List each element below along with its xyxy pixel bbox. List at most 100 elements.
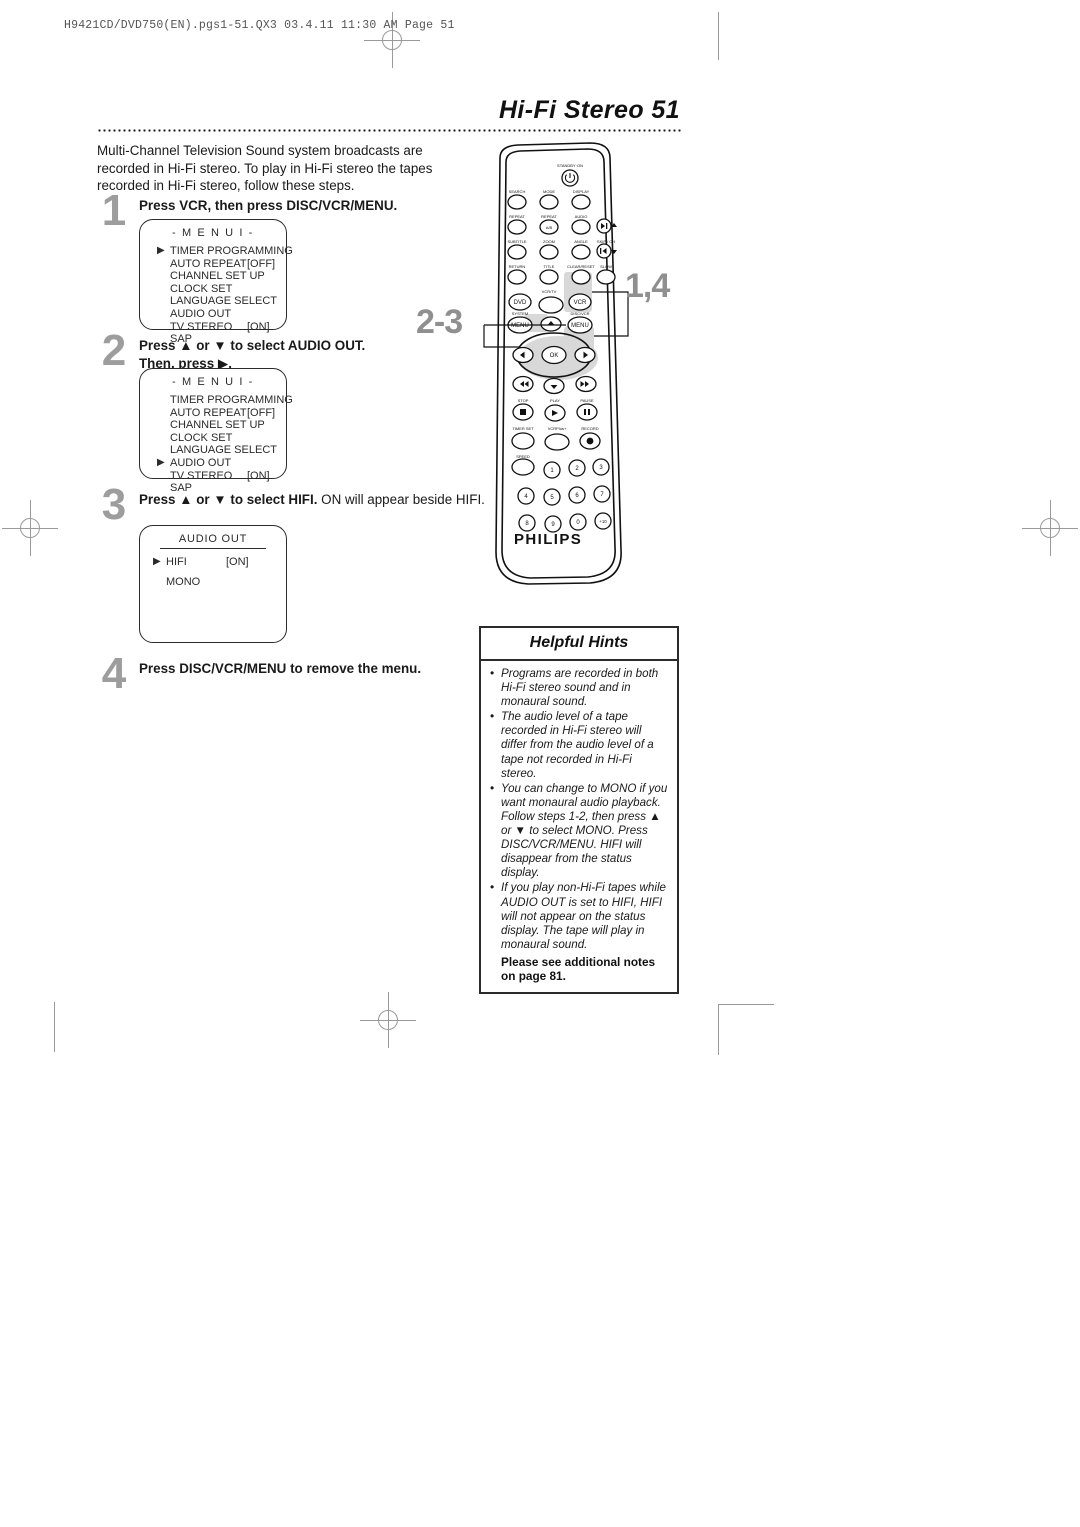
step-2-label-a: Press bbox=[139, 338, 176, 353]
svg-text:A/B: A/B bbox=[546, 225, 553, 230]
osd-menu-item[interactable]: MONO bbox=[166, 576, 286, 589]
svg-text:SEARCH: SEARCH bbox=[509, 189, 526, 194]
svg-text:DISPLAY: DISPLAY bbox=[573, 189, 590, 194]
osd-audio-out: AUDIO OUT ▶ HIFI [ON] MONO bbox=[139, 525, 287, 643]
up-arrow-icon: ▲ bbox=[179, 338, 193, 353]
remote-body-svg: .ol{fill:none;stroke:#111;stroke-width:1… bbox=[483, 142, 629, 585]
osd-menu-item-label: AUTO REPEAT bbox=[170, 406, 247, 419]
osd-menu-item[interactable]: AUDIO OUT bbox=[170, 308, 286, 321]
osd-menu-item-value: [OFF] bbox=[247, 406, 276, 419]
svg-text:ANGLE: ANGLE bbox=[574, 239, 588, 244]
svg-text:TIMER SET: TIMER SET bbox=[512, 426, 534, 431]
cursor-arrow-icon: ▶ bbox=[157, 456, 165, 468]
svg-text:SLOW: SLOW bbox=[600, 264, 612, 269]
step-3-label-c: to select HIFI. bbox=[230, 492, 318, 507]
helpful-hint-item: • If you play non-Hi-Fi tapes while AUDIO… bbox=[489, 880, 669, 951]
osd-menu-item[interactable]: TV STEREO [ON] bbox=[170, 321, 286, 334]
osd-menu-item[interactable]: ▶ AUDIO OUT bbox=[157, 456, 286, 470]
manual-page: Hi-Fi Stereo 51 Multi-Channel Television… bbox=[0, 0, 1080, 1527]
label-standby: STANDBY·ON bbox=[557, 163, 583, 168]
page-title: Hi-Fi Stereo 51 bbox=[498, 96, 680, 124]
osd-menu-item-label: MONO bbox=[166, 575, 201, 588]
osd-menu-item[interactable]: CHANNEL SET UP bbox=[170, 419, 286, 432]
osd-menu-2: - M E N U I - TIMER PROGRAMMING AUTO REPE… bbox=[139, 368, 293, 494]
osd-menu-2-title: - M E N U I - bbox=[172, 376, 254, 388]
label-vcr: VCR bbox=[574, 300, 587, 306]
cursor-arrow-icon: ▶ bbox=[157, 245, 165, 256]
svg-text:MENU: MENU bbox=[571, 323, 589, 329]
svg-text:SYSTEM: SYSTEM bbox=[512, 311, 528, 316]
helpful-hint-text: You can change to MONO if you want monau… bbox=[501, 781, 668, 880]
svg-text:SUBTITLE: SUBTITLE bbox=[507, 239, 526, 244]
svg-text:+10: +10 bbox=[599, 519, 607, 524]
helpful-hints-body: • Programs are recorded in both Hi-Fi ste… bbox=[481, 661, 677, 992]
osd-menu-item[interactable]: TIMER PROGRAMMING bbox=[170, 394, 293, 407]
step-2-label-b: or bbox=[196, 338, 210, 353]
svg-text:VCRPlus+: VCRPlus+ bbox=[548, 426, 567, 431]
osd-menu-item[interactable]: AUTO REPEAT [OFF] bbox=[170, 407, 286, 420]
svg-text:DVD: DVD bbox=[514, 300, 527, 306]
osd-menu-1-title: - M E N U I - bbox=[172, 227, 254, 239]
osd-menu-item[interactable]: LANGUAGE SELECT bbox=[170, 295, 286, 308]
step-4-number: 4 bbox=[101, 649, 127, 698]
intro-paragraph: Multi-Channel Television Sound system br… bbox=[97, 143, 433, 193]
osd-menu-2-list: TIMER PROGRAMMING AUTO REPEAT [OFF] CHANNEL… bbox=[157, 394, 293, 495]
osd-menu-item[interactable]: TV STEREO [ON] bbox=[170, 470, 286, 483]
title-dotted-rule bbox=[97, 129, 681, 132]
svg-text:RETURN: RETURN bbox=[509, 264, 526, 269]
osd-menu-item-label: CLOCK SET bbox=[170, 431, 233, 444]
osd-menu-item[interactable]: AUTO REPEAT [OFF] bbox=[170, 258, 286, 271]
step-1-text: Press VCR, then press DISC/VCR/MENU. bbox=[139, 197, 475, 215]
helpful-hint-item: • The audio level of a tape recorded in H… bbox=[489, 709, 669, 780]
osd-menu-item-value: [ON] bbox=[247, 320, 270, 333]
svg-text:STOP: STOP bbox=[518, 398, 529, 403]
osd-audio-out-rule bbox=[160, 548, 266, 550]
svg-text:SKIP / CH: SKIP / CH bbox=[597, 239, 615, 244]
step-3-label-a: Press bbox=[139, 492, 176, 507]
svg-text:VCR/TV: VCR/TV bbox=[542, 289, 557, 294]
osd-menu-item-label: LANGUAGE SELECT bbox=[170, 444, 277, 457]
osd-menu-item-label: HIFI bbox=[166, 556, 187, 569]
step-2-number: 2 bbox=[101, 326, 127, 375]
osd-menu-item[interactable]: ▶ TIMER PROGRAMMING bbox=[157, 245, 293, 258]
step-4-label-a: Press bbox=[139, 661, 176, 676]
step-1-number: 1 bbox=[101, 186, 127, 235]
svg-text:RECORD: RECORD bbox=[581, 426, 598, 431]
osd-menu-item-label: TIMER PROGRAMMING bbox=[170, 245, 293, 257]
step-3-label-b: or bbox=[196, 492, 210, 507]
helpful-hints-note: Please see additional notes on page 81. bbox=[501, 954, 656, 984]
step-2-label-c: to select AUDIO OUT. bbox=[230, 338, 366, 353]
svg-text:ZOOM: ZOOM bbox=[543, 239, 555, 244]
osd-menu-item-label: CHANNEL SET UP bbox=[170, 270, 265, 283]
osd-menu-item[interactable]: ▶ HIFI [ON] bbox=[153, 556, 286, 569]
down-arrow-icon: ▼ bbox=[213, 492, 227, 507]
osd-menu-item-label: AUDIO OUT bbox=[170, 456, 232, 469]
step-4-label-b: DISC/VCR/MENU bbox=[179, 661, 287, 676]
osd-menu-item-label: TV STEREO bbox=[170, 320, 233, 333]
bullet-icon: • bbox=[490, 880, 495, 895]
helpful-hints-list: • Programs are recorded in both Hi-Fi ste… bbox=[489, 666, 669, 952]
cursor-arrow-icon: ▶ bbox=[153, 556, 161, 568]
helpful-hint-text: The audio level of a tape recorded in Hi… bbox=[501, 710, 654, 780]
helpful-hint-text: If you play non-Hi-Fi tapes while AUDIO … bbox=[501, 881, 666, 951]
callout-2-3: 2-3 bbox=[416, 303, 463, 341]
remote-control-illustration: .ol{fill:none;stroke:#111;stroke-width:1… bbox=[416, 140, 710, 600]
osd-menu-item-value: [ON] bbox=[247, 469, 270, 482]
svg-text:PAUSE: PAUSE bbox=[580, 398, 594, 403]
step-4-label-c: to remove the menu. bbox=[290, 661, 422, 676]
osd-audio-out-list: ▶ HIFI [ON] MONO bbox=[153, 556, 286, 589]
osd-menu-item[interactable]: CLOCK SET bbox=[170, 283, 286, 296]
svg-text:MENU: MENU bbox=[511, 323, 529, 329]
step-3-text: Press ▲ or ▼ to select HIFI. ON will app… bbox=[139, 491, 487, 509]
osd-menu-item-label: AUTO REPEAT bbox=[170, 257, 247, 270]
osd-menu-item[interactable]: CLOCK SET bbox=[170, 432, 286, 445]
osd-menu-1: - M E N U I - ▶ TIMER PROGRAMMING AUTO REP… bbox=[139, 219, 293, 345]
helpful-hint-item: • Programs are recorded in both Hi-Fi ste… bbox=[489, 666, 669, 709]
osd-menu-item-label: CLOCK SET bbox=[170, 282, 233, 295]
step-3-rest: ON will appear beside HIFI. bbox=[321, 492, 485, 507]
osd-menu-item[interactable]: CHANNEL SET UP bbox=[170, 270, 286, 283]
osd-menu-item-value: [OFF] bbox=[247, 257, 276, 270]
helpful-hint-text: Programs are recorded in both Hi-Fi ster… bbox=[501, 667, 659, 709]
osd-menu-item-value: [ON] bbox=[226, 556, 249, 569]
osd-menu-item[interactable]: LANGUAGE SELECT bbox=[170, 444, 286, 457]
